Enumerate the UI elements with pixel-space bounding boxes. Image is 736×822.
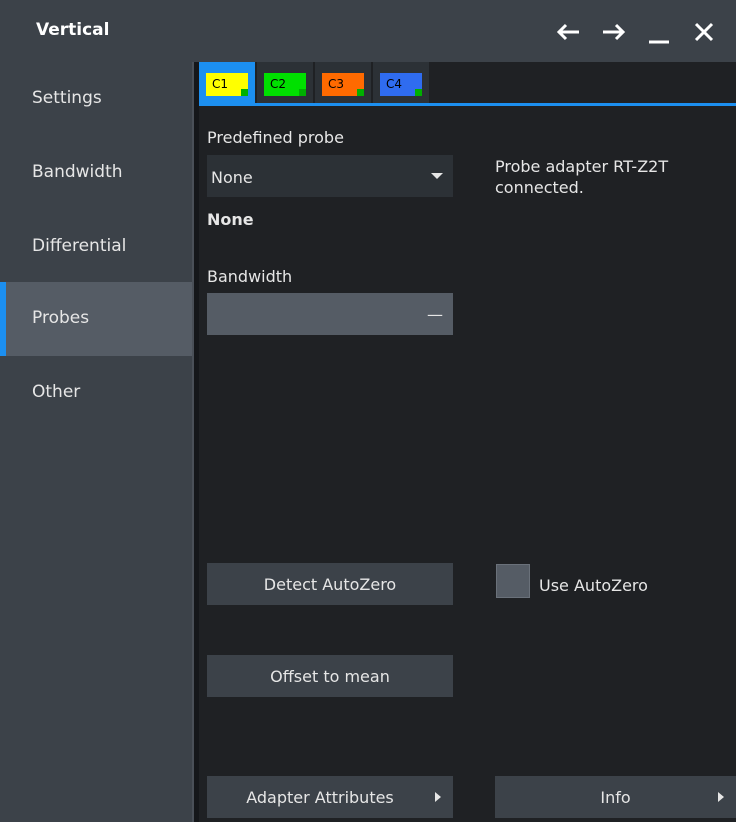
tab-label: C2 [270,77,287,91]
sidebar: Settings Bandwidth Differential Probes O… [0,62,192,822]
button-label: Offset to mean [270,666,390,686]
button-label: Adapter Attributes [246,787,394,807]
bandwidth-field[interactable]: — [207,293,453,335]
panel-splitter[interactable] [192,62,199,822]
title-bar: Vertical [0,0,736,62]
channel-chip-c1: C1 [206,73,248,96]
channel-status-dot [299,89,306,96]
channel-status-dot [357,89,364,96]
adapter-message-line1: Probe adapter RT-Z2T [495,157,669,176]
channel-status-dot [241,89,248,96]
sidebar-item-probes[interactable]: Probes [0,282,192,356]
tab-label: C4 [386,77,403,91]
use-autozero-label: Use AutoZero [539,576,648,595]
chevron-right-icon [718,792,724,802]
bandwidth-value: — [427,305,443,324]
probes-panel: C1 C2 C3 C4 Predefined probe None None P… [199,62,736,822]
sidebar-item-differential[interactable]: Differential [0,210,192,284]
sidebar-item-label: Probes [32,308,90,328]
tab-label: C1 [212,77,229,91]
button-label: Detect AutoZero [263,574,397,594]
back-arrow-icon[interactable] [555,18,581,46]
detect-autozero-button[interactable]: Detect AutoZero [207,563,453,605]
adapter-message-line2: connected. [495,178,584,197]
adapter-attributes-button[interactable]: Adapter Attributes [207,776,453,818]
predefined-probe-label: Predefined probe [207,128,344,147]
channel-chip-c3: C3 [322,73,364,96]
sidebar-item-label: Differential [32,236,127,256]
tab-c3[interactable]: C3 [315,62,371,103]
sidebar-item-bandwidth[interactable]: Bandwidth [0,136,192,210]
minimize-icon[interactable] [647,18,671,46]
use-autozero-checkbox[interactable] [496,564,530,598]
tab-underline [199,103,736,106]
sidebar-item-label: Settings [32,88,102,108]
adapter-status-message: Probe adapter RT-Z2T connected. [495,156,725,198]
probe-name: None [207,210,254,229]
offset-to-mean-button[interactable]: Offset to mean [207,655,453,697]
tab-c1[interactable]: C1 [199,62,255,106]
bandwidth-label: Bandwidth [207,267,293,286]
info-button[interactable]: Info [495,776,736,818]
channel-tabs: C1 C2 C3 C4 [199,62,736,106]
channel-chip-c4: C4 [380,73,422,96]
button-label: Info [600,787,631,807]
sidebar-item-other[interactable]: Other [0,356,192,430]
dropdown-value: None [211,168,253,187]
tab-label: C3 [328,77,345,91]
tab-c4[interactable]: C4 [373,62,429,103]
channel-status-dot [415,89,422,96]
predefined-probe-dropdown[interactable]: None [207,155,453,197]
forward-arrow-icon[interactable] [601,18,627,46]
chevron-right-icon [435,792,441,802]
sidebar-item-settings[interactable]: Settings [0,62,192,136]
chevron-down-icon [431,173,443,179]
sidebar-item-label: Other [32,382,81,402]
window-title: Vertical [36,20,110,40]
sidebar-item-label: Bandwidth [32,162,123,182]
tab-c2[interactable]: C2 [257,62,313,103]
close-icon[interactable] [692,18,716,46]
channel-chip-c2: C2 [264,73,306,96]
